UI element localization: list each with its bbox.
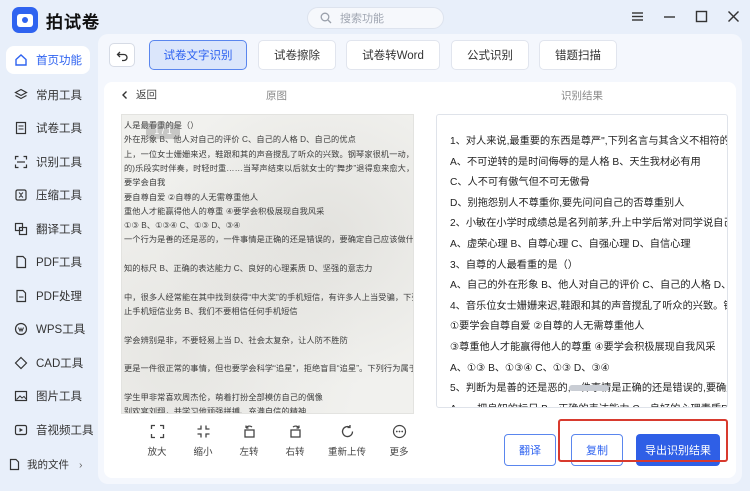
- result-text-area[interactable]: 1、对人来说,最重要的东西是尊严",下列名言与其含义不相符的是 A、不可逆转的是时…: [436, 114, 728, 408]
- scan-icon: [14, 155, 28, 168]
- sidebar: 首页功能 常用工具 试卷工具 识别工具 压缩工具 翻译工具 PDF工具 PDF处…: [0, 42, 96, 447]
- page-indicator: 1 / 1: [146, 123, 180, 139]
- tab-formula-recognition[interactable]: 公式识别: [451, 40, 529, 70]
- compress-icon: [15, 189, 27, 201]
- original-text-line: 更是一件很正常的事情，但也要学会科学“追星”，拒绝盲目“追星”。下列行为属于科学: [124, 364, 414, 374]
- tab-bar: 试卷文字识别 试卷擦除 试卷转Word 公式识别 错题扫描: [98, 40, 742, 70]
- result-text-line: A、①③ B、①③④ C、①③ D、③④: [450, 362, 610, 374]
- result-heading: 识别结果: [561, 90, 603, 102]
- pdf-process-icon: [16, 289, 27, 302]
- scrollbar-thumb[interactable]: [569, 385, 609, 391]
- rotate-left-icon: [243, 425, 255, 438]
- my-files-link[interactable]: 我的文件 ›: [8, 457, 83, 472]
- rotate-left-button[interactable]: 左转: [226, 424, 272, 458]
- result-text-line: A、不可逆转的是时间侮辱的是人格 B、天生我材必有用: [450, 156, 701, 168]
- original-text-line: 学会辨别是非，不要轻易上当 D、社会太复杂，让人防不胜防: [124, 335, 348, 345]
- original-text-line: 要自尊自爱 ②自尊的人无需尊重他人: [124, 192, 259, 202]
- result-text-line: A、自己的外在形象 B、他人对自己的评价 C、自己的人格 D、自己: [450, 280, 728, 292]
- pdf-icon: [16, 256, 27, 269]
- zoom-in-button[interactable]: 放大: [134, 424, 180, 458]
- result-text-line: 4、音乐位女士姗姗来迟,鞋跟和其的声音搅乱了听众的兴致。钢琴家: [450, 300, 728, 312]
- original-text-line: 学生甲非常喜欢周杰伦，萌着打扮全部模仿自己的偶像: [124, 392, 323, 402]
- result-text-line: ③尊重他人才能赢得他人的尊重 ④要学会积极展现自我风采: [450, 342, 716, 353]
- result-text-line: A、一把良知的标尺 B、正确的表达能力 C、良好的心理素质D、坚: [450, 400, 727, 407]
- sidebar-item-pdf-tools[interactable]: PDF工具: [0, 246, 96, 280]
- sidebar-item-wps[interactable]: WPS工具: [0, 313, 96, 347]
- original-text-line: 别欢宴刘翔，并学习他顽强拼搏、充满自信的精神: [124, 407, 307, 414]
- wps-icon: [14, 323, 28, 336]
- app-title: 拍试卷: [46, 12, 100, 32]
- sidebar-item-common[interactable]: 常用工具: [0, 78, 96, 112]
- translate-icon: [14, 222, 28, 235]
- close-icon[interactable]: [726, 9, 740, 23]
- expand-icon: [150, 424, 164, 439]
- result-text-line: D、别拖怨别人不尊重你,要先问问自己的否尊重别人: [450, 197, 685, 209]
- search-placeholder: 搜索功能: [340, 13, 384, 25]
- original-text-line: 一个行为是善的还是恶的，一件事情是正确的还是错误的，要确定自己应该做什么，不应该: [124, 235, 414, 245]
- sidebar-item-recognize[interactable]: 识别工具: [0, 145, 96, 179]
- sidebar-item-media[interactable]: 音视频工具: [0, 413, 96, 447]
- paper-icon: [15, 122, 27, 135]
- result-text-line: 2、小敏在小学时成绩总是名列前茅,升上中学后常对同学说自己以前: [450, 218, 728, 230]
- original-heading: 原图: [266, 90, 287, 102]
- maximize-icon[interactable]: [694, 9, 708, 23]
- annotation-highlight: [558, 419, 728, 462]
- zoom-out-button[interactable]: 缩小: [180, 424, 226, 458]
- menu-icon[interactable]: [630, 9, 644, 23]
- more-icon: [392, 424, 406, 439]
- tab-paper-erase[interactable]: 试卷擦除: [258, 40, 336, 70]
- sidebar-item-cad[interactable]: CAD工具: [0, 346, 96, 380]
- main-panel: 试卷文字识别 试卷擦除 试卷转Word 公式识别 错题扫描 返回 原图 识别结果…: [98, 34, 742, 484]
- search-icon: [320, 12, 332, 24]
- sidebar-item-home[interactable]: 首页功能: [6, 46, 90, 74]
- original-text-line: 知的标尺 B、正确的表达能力 C、良好的心理素质 D、坚强的意志力: [124, 264, 373, 273]
- sidebar-item-paper[interactable]: 试卷工具: [0, 112, 96, 146]
- tab-wrong-question-scan[interactable]: 错题扫描: [539, 40, 617, 70]
- translate-button[interactable]: 翻译: [504, 434, 556, 466]
- refresh-icon: [341, 425, 353, 438]
- result-text-line: 3、自尊的人最看重的是（）: [450, 259, 578, 271]
- result-text-line: ①要学会自尊自爱 ②自尊的人无需尊重他人: [450, 321, 645, 333]
- sidebar-item-compress[interactable]: 压缩工具: [0, 179, 96, 213]
- search-input[interactable]: 搜索功能: [307, 7, 444, 29]
- home-icon: [15, 54, 27, 66]
- tab-paper-to-word[interactable]: 试卷转Word: [346, 40, 440, 70]
- original-text-line: 的)乐段实时伴奏，时轻时重……当琴声结束以后就女士的“舞步”退得愈来愈大，女士到…: [124, 163, 414, 173]
- shrink-icon: [197, 425, 209, 438]
- minimize-icon[interactable]: [662, 9, 676, 23]
- undo-icon: [116, 51, 128, 61]
- sidebar-item-pdf-process[interactable]: PDF处理: [0, 279, 96, 313]
- result-text-line: 1、对人来说,最重要的东西是尊严",下列名言与其含义不相符的是: [450, 136, 728, 147]
- original-text-line: 重他人才能赢得他人的尊重 ④要学会积极展现自我风采: [124, 206, 325, 216]
- sidebar-item-image[interactable]: 图片工具: [0, 380, 96, 414]
- layers-icon: [14, 88, 28, 99]
- rotate-right-icon: [289, 425, 301, 438]
- original-text-line: 止手机短信业务 B、我们不要相信任何手机短信: [124, 306, 298, 316]
- result-text-line: A、虚荣心理 B、自尊心理 C、自强心理 D、自信心理: [450, 239, 691, 250]
- original-text-line: ①③ B、①③④ C、①③ D、③④: [124, 221, 241, 231]
- image-toolbar: 放大 缩小 左转 右转 重新上传 更多: [134, 424, 422, 458]
- media-icon: [14, 424, 28, 435]
- tab-paper-text-recognition[interactable]: 试卷文字识别: [149, 40, 247, 70]
- undo-button[interactable]: [109, 43, 135, 67]
- sidebar-item-translate[interactable]: 翻译工具: [0, 212, 96, 246]
- camera-logo-icon: [12, 7, 38, 33]
- chevron-left-icon: [122, 90, 127, 99]
- original-image[interactable]: 人是最看重的是（） 外在形象 B、他人对自己的评价 C、自己的人格 D、自己的优点…: [121, 114, 414, 414]
- original-text-line: 上，一位女士姗姗来迟，鞋跟和其的声音搅乱了听众的兴致。钢琴家很机一动，现场为女士: [124, 149, 414, 159]
- original-text-line: 要学会自我: [124, 178, 166, 188]
- chevron-right-icon: ›: [79, 458, 83, 471]
- original-text-line: 中，很多人经常能在其中找到获得“中大奖”的手机短信，有许多人上当受骗，下列理解正…: [124, 292, 413, 302]
- app-logo: 拍试卷: [12, 7, 100, 33]
- result-text-line: C、人不可有傲气但不可无傲骨: [450, 177, 590, 189]
- file-icon: [9, 458, 20, 471]
- more-button[interactable]: 更多: [376, 424, 422, 458]
- back-link[interactable]: 返回: [120, 87, 157, 102]
- cad-icon: [14, 356, 28, 370]
- rotate-right-button[interactable]: 右转: [272, 424, 318, 458]
- reupload-button[interactable]: 重新上传: [318, 424, 376, 458]
- image-icon: [14, 391, 28, 402]
